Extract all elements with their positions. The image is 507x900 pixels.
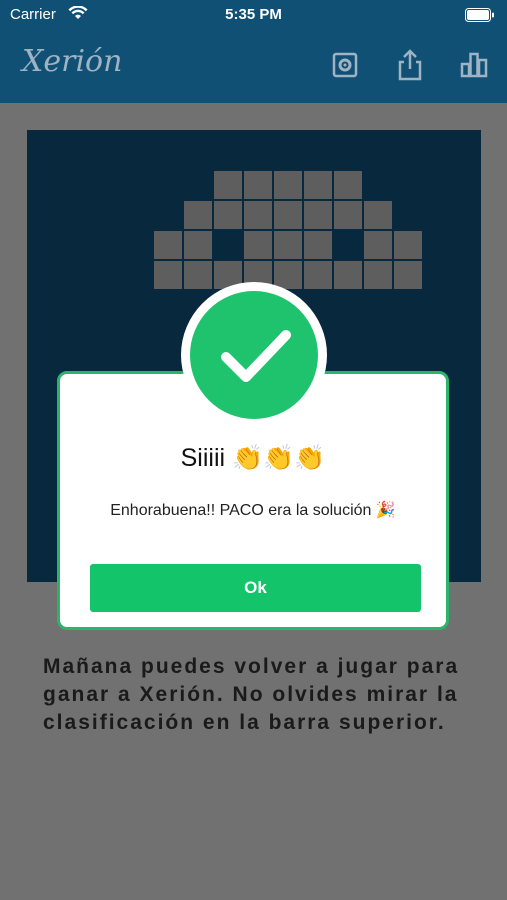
- check-icon: [221, 330, 291, 382]
- leaderboard-icon[interactable]: [460, 52, 488, 83]
- info-text: Mañana puedes volver a jugar para ganar …: [43, 655, 460, 734]
- modal-message: Enhorabuena!! PACO era la solución 🎉: [110, 502, 396, 519]
- settings-icon[interactable]: [332, 52, 358, 83]
- status-bar: Carrier 5:35 PM: [0, 0, 507, 30]
- ok-button[interactable]: Ok: [90, 564, 421, 612]
- top-bar: Carrier 5:35 PM Xerión: [0, 0, 507, 103]
- success-badge: [181, 282, 327, 428]
- battery-icon: [465, 8, 495, 26]
- clock: 5:35 PM: [225, 6, 282, 23]
- modal-title: Siiiii 👏👏👏: [180, 444, 326, 472]
- share-icon[interactable]: [397, 49, 423, 86]
- app-logo: Xerión: [22, 44, 123, 79]
